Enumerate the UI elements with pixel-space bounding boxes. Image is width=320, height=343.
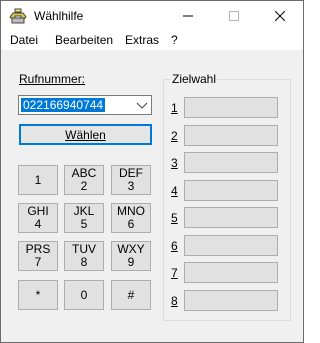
- key-digit: 5: [80, 217, 88, 231]
- speed-dial-button-4[interactable]: [184, 180, 278, 201]
- speed-dial-button-1[interactable]: [184, 97, 278, 118]
- dialer-window: Wählhilfe Datei Bearbeiten Extras ? Rufn…: [0, 0, 304, 343]
- speed-dial-button-2[interactable]: [184, 125, 278, 146]
- dial-button-label: Wählen: [65, 127, 106, 142]
- speed-dial-number: 8: [171, 294, 178, 308]
- speed-dial-number: 7: [171, 266, 178, 280]
- speed-dial-button-3[interactable]: [184, 152, 278, 173]
- phone-number-value[interactable]: 022166940744: [21, 98, 106, 112]
- key-0[interactable]: 0: [64, 280, 104, 310]
- key-4[interactable]: GHI 4: [18, 203, 58, 233]
- speed-dial-button-8[interactable]: [184, 290, 278, 311]
- key-6[interactable]: MNO 6: [111, 203, 151, 233]
- key-5[interactable]: JKL 5: [64, 203, 104, 233]
- speed-dial-number: 3: [171, 156, 178, 170]
- minimize-button[interactable]: [165, 1, 211, 31]
- key-8[interactable]: TUV 8: [64, 241, 104, 271]
- key-label: *: [35, 287, 41, 302]
- key-digit: 4: [34, 217, 42, 231]
- speed-dial-number: 6: [171, 239, 178, 253]
- key-digit: 2: [80, 179, 88, 193]
- speed-dial-number: 5: [171, 211, 178, 225]
- menu-extras[interactable]: Extras: [123, 33, 161, 47]
- key-hash[interactable]: #: [111, 280, 151, 310]
- window-title: Wählhilfe: [34, 9, 84, 23]
- speed-dial-button-7[interactable]: [184, 262, 278, 283]
- speed-dial-button-6[interactable]: [184, 235, 278, 256]
- title-bar: Wählhilfe: [1, 1, 303, 31]
- close-button[interactable]: [257, 1, 303, 31]
- key-digit: 9: [127, 255, 135, 269]
- key-1[interactable]: 1: [18, 165, 58, 195]
- close-icon: [275, 11, 285, 21]
- speed-dial-label: Zielwahl: [171, 72, 218, 86]
- menu-help[interactable]: ?: [169, 33, 180, 47]
- key-7[interactable]: PRS 7: [18, 241, 58, 271]
- key-label: 0: [80, 287, 88, 302]
- key-digit: 8: [80, 255, 88, 269]
- maximize-button[interactable]: [211, 1, 257, 31]
- dial-button[interactable]: Wählen: [19, 124, 152, 145]
- phone-number-label: Rufnummer:: [19, 72, 86, 86]
- speed-dial-number: 2: [171, 129, 178, 143]
- menu-bar: Datei Bearbeiten Extras ?: [1, 31, 303, 50]
- speed-dial-number: 1: [171, 101, 178, 115]
- phone-dialer-icon: [9, 8, 27, 24]
- key-digit: 3: [127, 179, 135, 193]
- key-star[interactable]: *: [18, 280, 58, 310]
- key-label: #: [127, 287, 135, 302]
- dialer-panel: Rufnummer: 022166940744 Wählen 1 ABC 2 D…: [1, 50, 303, 342]
- phone-number-combobox[interactable]: 022166940744: [18, 95, 152, 115]
- key-digit: 6: [127, 217, 135, 231]
- speed-dial-button-5[interactable]: [184, 207, 278, 228]
- menu-file[interactable]: Datei: [8, 33, 40, 47]
- chevron-down-icon[interactable]: [136, 100, 148, 110]
- key-2[interactable]: ABC 2: [64, 165, 104, 195]
- key-label: 1: [34, 172, 42, 187]
- speed-dial-number: 4: [171, 184, 178, 198]
- key-9[interactable]: WXY 9: [111, 241, 151, 271]
- maximize-icon: [229, 11, 239, 21]
- key-digit: 7: [34, 255, 42, 269]
- key-3[interactable]: DEF 3: [111, 165, 151, 195]
- menu-edit[interactable]: Bearbeiten: [53, 33, 115, 47]
- minimize-icon: [183, 15, 193, 17]
